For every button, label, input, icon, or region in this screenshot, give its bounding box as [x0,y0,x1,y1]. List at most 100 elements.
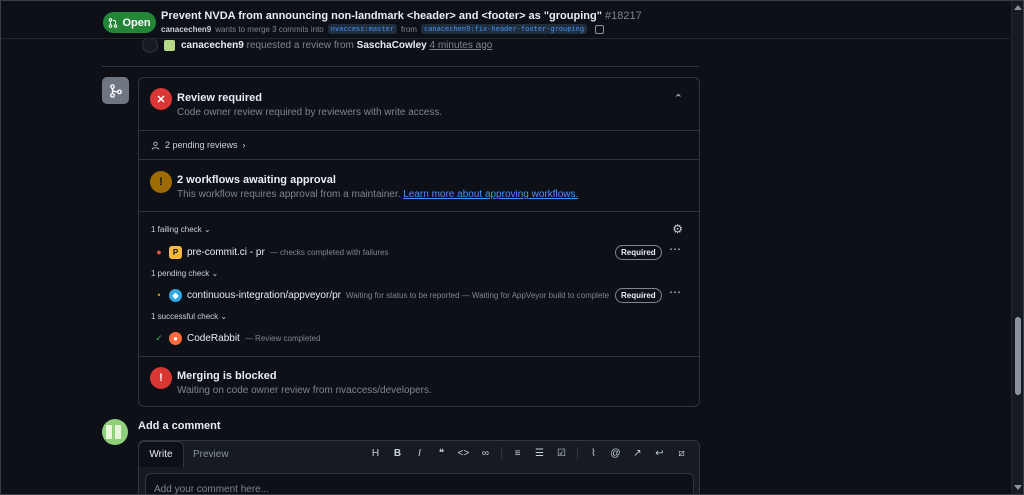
review-desc: Code owner review required by reviewers … [177,107,443,118]
italic-icon[interactable]: I [410,448,429,459]
blocked-title: Merging is blocked [177,370,277,382]
event-author[interactable]: canacechen9 [181,40,244,51]
merge-status-box: ✕ Review required Code owner review requ… [138,77,700,407]
mention-icon[interactable]: @ [606,448,625,459]
comment-editor: Write Preview H B I ❝ <> ∞ ≡ ☰ ☑ ⌇ @ ↗ ↩… [138,440,700,495]
pr-title: Prevent NVDA from announcing non-landmar… [161,10,642,22]
check-icon: ✓ [155,332,163,343]
head-branch[interactable]: canacechen9:fix-header-footer-grouping [420,24,588,34]
pending-reviews-link[interactable]: 2 pending reviews › [151,140,246,150]
kebab-menu-icon[interactable]: ⋯ [669,242,682,256]
from-text: from [400,24,417,34]
chevron-down-icon: ⌄ [220,312,228,321]
code-icon[interactable]: <> [454,448,473,459]
comment-input[interactable]: Add your comment here... [145,473,694,495]
toolbar-divider [501,447,502,459]
sticky-pr-header: Open Prevent NVDA from announcing non-la… [1,1,1010,39]
chevron-down-icon: ⌄ [211,269,219,278]
merge-text: wants to merge 3 commits into [215,24,324,34]
avatar[interactable] [164,39,175,51]
workflows-desc-text: This workflow requires approval from a m… [177,189,401,200]
workflows-desc: This workflow requires approval from a m… [177,189,578,200]
pending-checks-label: 1 pending check [151,269,210,278]
check-desc: — checks completed with failures [269,247,389,257]
pr-status-badge: Open [103,12,156,33]
numbered-list-icon[interactable]: ≡ [508,448,527,459]
avatar[interactable] [102,419,128,445]
check-desc: Waiting for status to be reported — Wait… [345,290,610,300]
pending-reviews-label: 2 pending reviews [165,140,238,150]
scrollbar-thumb[interactable] [1015,317,1021,395]
check-row[interactable]: ✓ ● CodeRabbit — Review completed [153,330,683,346]
checks-section: 1 failing check ⌄ ⚙ ● P pre-commit.ci - … [139,212,699,357]
scroll-up-icon[interactable] [1014,5,1022,10]
failing-checks-label: 1 failing check [151,225,202,234]
base-branch[interactable]: nvaccess:master [327,24,397,34]
tab-preview[interactable]: Preview [193,441,229,467]
alert-icon: ! [150,367,172,389]
copy-icon[interactable] [595,24,605,34]
add-comment-heading: Add a comment [138,420,221,432]
workflows-section: ! 2 workflows awaiting approval This wor… [139,160,699,212]
blocked-desc: Waiting on code owner review from nvacce… [177,385,432,396]
link-icon[interactable]: ∞ [476,448,495,459]
x-circle-icon: ✕ [150,88,172,110]
pr-title-text: Prevent NVDA from announcing non-landmar… [161,10,602,22]
check-desc: — Review completed [244,333,321,343]
appveyor-logo-icon: ◆ [169,288,182,302]
successful-checks-toggle[interactable]: 1 successful check ⌄ [151,312,227,321]
bold-icon[interactable]: B [388,448,407,459]
task-list-icon[interactable]: ☑ [552,448,571,459]
eye-icon [142,37,158,53]
coderabbit-logo-icon: ● [169,331,182,345]
review-required-section: ✕ Review required Code owner review requ… [139,78,699,160]
chevron-up-icon[interactable]: ⌃ [674,92,683,105]
successful-checks-label: 1 successful check [151,312,219,321]
divider [139,130,699,131]
timeline-divider [102,66,699,67]
merge-blocked-section: ! Merging is blocked Waiting on code own… [139,357,699,406]
markdown-toolbar: H B I ❝ <> ∞ ≡ ☰ ☑ ⌇ @ ↗ ↩ ⧄ [366,447,691,459]
event-reviewer[interactable]: SaschaCowley [357,40,427,51]
pull-request-icon [109,17,118,28]
event-time[interactable]: 4 minutes ago [430,40,493,51]
attach-icon[interactable]: ⌇ [584,448,603,459]
chevron-down-icon: ⌄ [203,225,211,234]
pending-dot-icon: • [157,290,161,300]
pr-status-label: Open [122,16,151,29]
check-row[interactable]: • ◆ continuous-integration/appveyor/pr W… [153,287,683,303]
toolbar-divider [577,447,578,459]
workflows-title: 2 workflows awaiting approval [177,174,336,186]
reply-icon[interactable]: ↩ [650,448,669,459]
learn-more-link[interactable]: Learn more about approving workflows. [403,189,578,200]
review-title: Review required [177,92,262,104]
slash-commands-icon[interactable]: ⧄ [672,448,691,459]
alert-icon: ! [150,171,172,193]
event-action: requested a review from [246,39,354,51]
pr-number: #18217 [605,10,642,22]
chevron-right-icon: › [242,140,246,150]
check-name[interactable]: continuous-integration/appveyor/pr [187,290,341,301]
check-name[interactable]: CodeRabbit [187,333,240,344]
person-icon [151,141,160,150]
pending-checks-toggle[interactable]: 1 pending check ⌄ [151,269,218,278]
tab-write[interactable]: Write [138,441,184,467]
check-row[interactable]: ● P pre-commit.ci - pr — checks complete… [153,244,683,260]
pre-commit-logo-icon: P [169,245,182,259]
pr-author-link[interactable]: canacechen9 [161,25,211,34]
kebab-menu-icon[interactable]: ⋯ [669,285,682,299]
quote-icon[interactable]: ❝ [432,448,451,459]
required-badge: Required [615,288,662,303]
scroll-down-icon[interactable] [1014,485,1022,490]
bulleted-list-icon[interactable]: ☰ [530,448,549,459]
pr-merge-info: canacechen9 wants to merge 3 commits int… [161,24,605,34]
cross-reference-icon[interactable]: ↗ [628,448,647,459]
scrollbar[interactable] [1011,1,1023,494]
git-merge-icon [102,77,129,104]
failing-checks-toggle[interactable]: 1 failing check ⌄ [151,225,211,234]
gear-icon[interactable]: ⚙ [672,222,683,236]
x-circle-icon: ● [156,247,162,257]
timeline-event: canacechen9 requested a review from Sasc… [142,37,492,53]
check-name[interactable]: pre-commit.ci - pr [187,247,265,258]
heading-icon[interactable]: H [366,448,385,459]
